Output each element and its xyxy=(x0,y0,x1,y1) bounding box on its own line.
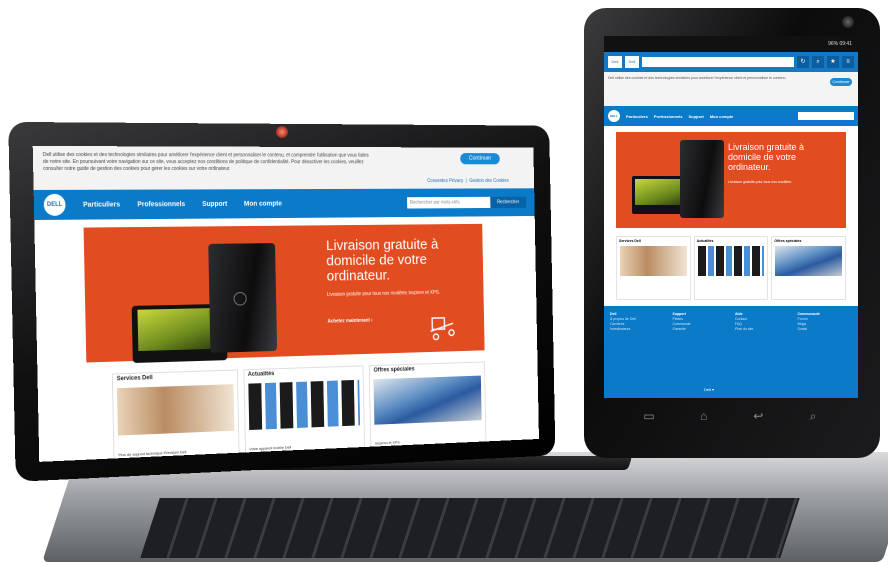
desktop-tower-image xyxy=(680,140,724,218)
footer-link[interactable]: Pilotes xyxy=(673,317,684,321)
card-services[interactable]: Services Dell Plus de support technique … xyxy=(111,369,240,462)
card-title: Offres spéciales xyxy=(774,239,802,243)
card-offres[interactable]: Offres spéciales Inspiron et XPS xyxy=(369,361,487,451)
hero-shop-link[interactable]: Achetez maintenant › xyxy=(327,318,372,325)
cookie-continue-button[interactable]: Continuer xyxy=(460,153,500,165)
footer-columns: Dell À propos de Dell Carrières Investis… xyxy=(604,306,858,338)
tablet-hero-subtitle: Livraison gratuite pour tous nos modèles… xyxy=(728,180,793,184)
footer-link[interactable]: FAQ xyxy=(735,322,742,326)
recent-apps-icon[interactable]: ▭ xyxy=(636,409,662,423)
tablet-hero-title: Livraison gratuite à domicile de votre o… xyxy=(728,142,805,172)
nav-item-professionnels[interactable]: Professionnels xyxy=(137,201,185,208)
search-box: Rechercher par mots-clés Rechercher xyxy=(407,196,527,209)
people-photo xyxy=(620,246,687,276)
bookmark-icon[interactable]: ★ xyxy=(827,56,839,68)
tablet-browser-bar: Dell Dell ↻ ⌕ ★ ≡ xyxy=(604,52,858,72)
tablet-screen: 96% 09:41 Dell Dell ↻ ⌕ ★ ≡ Dell utilise… xyxy=(604,36,858,398)
tablet-cookie-banner: Dell utilise des cookies et des technolo… xyxy=(604,72,858,106)
card-title: Actualités xyxy=(696,239,714,243)
tablet-cards: Services Dell Actualités Offres spéciale… xyxy=(616,236,847,300)
main-nav: DELL Particuliers Professionnels Support… xyxy=(33,188,535,220)
dell-badge-icon xyxy=(233,291,247,306)
dell-logo[interactable]: DELL xyxy=(43,193,66,216)
t-card-offres[interactable]: Offres spéciales xyxy=(771,236,847,300)
dell-logo[interactable]: DELL xyxy=(608,110,620,122)
card-actualites[interactable]: Actualités Votre appareil mobile Dell xyxy=(243,365,366,457)
desktop-tower-image xyxy=(208,243,278,353)
t-nav-professionnels[interactable]: Professionnels xyxy=(654,114,683,119)
footer-link[interactable]: Social xyxy=(798,327,808,331)
footer-link[interactable]: Forum xyxy=(798,317,808,321)
laptop-screen: Dell utilise des cookies et des technolo… xyxy=(32,145,539,462)
card-title: Offres spéciales xyxy=(373,366,415,374)
t-card-actualites[interactable]: Actualités xyxy=(693,236,769,300)
nav-item-support[interactable]: Support xyxy=(202,200,227,207)
cookie-banner: Dell utilise des cookies et des technolo… xyxy=(32,145,535,190)
footer-link[interactable]: Commande xyxy=(673,322,691,326)
hero-banner[interactable]: Livraison gratuite à domicile de votre o… xyxy=(83,223,485,364)
card-title: Services Dell xyxy=(116,375,153,383)
tablet-status-bar: 96% 09:41 xyxy=(604,36,858,52)
footer-link[interactable]: Investisseurs xyxy=(610,327,630,331)
footer-link[interactable]: Garantie xyxy=(673,327,686,331)
search-input[interactable]: Rechercher par mots-clés xyxy=(407,196,491,209)
search-icon[interactable]: ⌕ xyxy=(800,409,826,423)
tablet-cookie-button[interactable]: Continuer xyxy=(830,78,852,86)
cookie-links: Consentez Privacy | Gestion des Cookies xyxy=(427,178,509,184)
card-caption: Votre appareil mobile Dell xyxy=(249,444,292,452)
people-photo xyxy=(116,384,235,436)
footer-link[interactable]: Carrières xyxy=(610,322,624,326)
search-button[interactable]: Rechercher xyxy=(490,196,527,208)
language-selector[interactable]: Dell ▾ xyxy=(704,387,714,392)
t-nav-support[interactable]: Support xyxy=(688,114,703,119)
hero-title: Livraison gratuite à domicile de votre o… xyxy=(325,236,439,285)
footer-col: Support Pilotes Commande Garantie xyxy=(673,312,728,332)
card-title: Services Dell xyxy=(619,239,641,243)
devices-photo xyxy=(697,246,765,276)
footer-col: Communauté Forum Blogs Social xyxy=(798,312,853,332)
cart-delivery-icon xyxy=(427,314,462,343)
search-icon[interactable]: ⌕ xyxy=(812,56,824,68)
tablet-softkeys: ▭ ⌂ ↩ ⌕ xyxy=(636,404,826,428)
cookie-manage-link[interactable]: Gestion des Cookies xyxy=(469,178,509,184)
card-title: Actualités xyxy=(247,371,275,378)
laptop-photo xyxy=(775,246,843,276)
t-nav-particuliers[interactable]: Particuliers xyxy=(626,114,648,119)
hero-subtitle: Livraison gratuite pour tous nos modèles… xyxy=(326,289,441,298)
tablet-cookie-text: Dell utilise des cookies et des technolo… xyxy=(608,76,787,80)
tablet-nav: DELL Particuliers Professionnels Support… xyxy=(604,106,858,126)
home-icon[interactable]: ⌂ xyxy=(691,409,717,423)
refresh-icon[interactable]: ↻ xyxy=(797,56,809,68)
nav-item-mon-compte[interactable]: Mon compte xyxy=(244,200,282,207)
tablet-camera xyxy=(842,16,854,28)
tablet-search-input[interactable] xyxy=(798,112,854,120)
browser-tab[interactable]: Dell xyxy=(608,56,622,68)
t-card-services[interactable]: Services Dell xyxy=(616,236,691,300)
t-nav-mon-compte[interactable]: Mon compte xyxy=(710,114,734,119)
footer-col: Dell À propos de Dell Carrières Investis… xyxy=(610,312,665,332)
tablet-hero[interactable]: Livraison gratuite à domicile de votre o… xyxy=(616,132,846,228)
nav-item-particuliers[interactable]: Particuliers xyxy=(83,201,120,208)
laptop-camera xyxy=(276,126,288,138)
menu-icon[interactable]: ≡ xyxy=(842,56,854,68)
card-caption: Inspiron et XPS xyxy=(374,439,400,446)
back-icon[interactable]: ↩ xyxy=(745,409,771,423)
footer-link[interactable]: Blogs xyxy=(798,322,807,326)
url-field[interactable] xyxy=(642,57,794,67)
laptop-keyboard xyxy=(140,498,800,558)
footer-col: Aide Contact FAQ Plan du site xyxy=(735,312,790,332)
tablet-footer: Dell À propos de Dell Carrières Investis… xyxy=(604,306,858,398)
status-right: 96% 09:41 xyxy=(828,41,852,47)
footer-link[interactable]: À propos de Dell xyxy=(610,317,636,321)
privacy-link[interactable]: Consentez Privacy xyxy=(427,178,463,184)
footer-link[interactable]: Contact xyxy=(735,317,747,321)
devices-photo xyxy=(248,379,361,431)
browser-tab[interactable]: Dell xyxy=(625,56,639,68)
footer-link[interactable]: Plan du site xyxy=(735,327,753,331)
laptop-photo xyxy=(373,375,482,425)
cookie-text: Dell utilise des cookies et des technolo… xyxy=(42,151,369,172)
